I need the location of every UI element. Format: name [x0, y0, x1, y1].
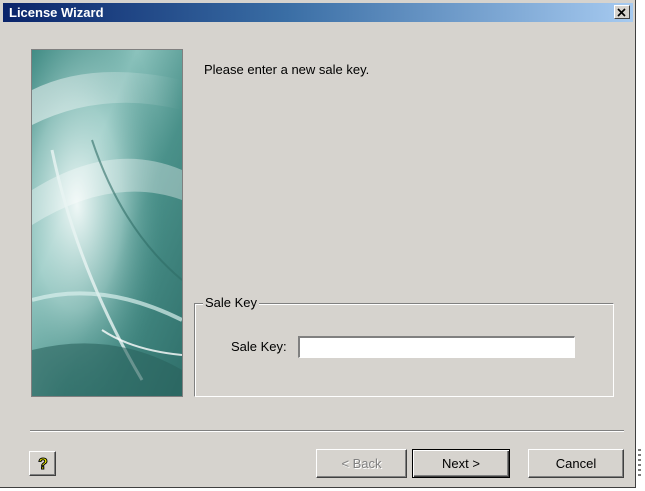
sale-key-input[interactable] [298, 336, 575, 358]
svg-text:?: ? [38, 456, 48, 473]
close-icon [617, 7, 627, 17]
instruction-text: Please enter a new sale key. [204, 62, 370, 77]
cancel-button[interactable]: Cancel [528, 449, 624, 478]
sale-key-groupbox: Sale Key Sale Key: [194, 295, 614, 397]
close-button[interactable] [614, 5, 630, 19]
help-question-icon: ? [35, 455, 51, 473]
help-button[interactable]: ? [29, 451, 56, 476]
next-button[interactable]: Next > [412, 449, 510, 478]
groupbox-legend: Sale Key [203, 295, 260, 311]
resize-grip [638, 449, 641, 479]
window-title: License Wizard [9, 5, 104, 20]
license-wizard-window: License Wizard Please enter a new sale k… [0, 0, 636, 488]
back-button[interactable]: < Back [316, 449, 407, 478]
footer-separator [30, 430, 624, 432]
sale-key-label: Sale Key: [231, 339, 287, 354]
wizard-side-image [31, 49, 183, 397]
title-bar[interactable]: License Wizard [3, 3, 633, 22]
